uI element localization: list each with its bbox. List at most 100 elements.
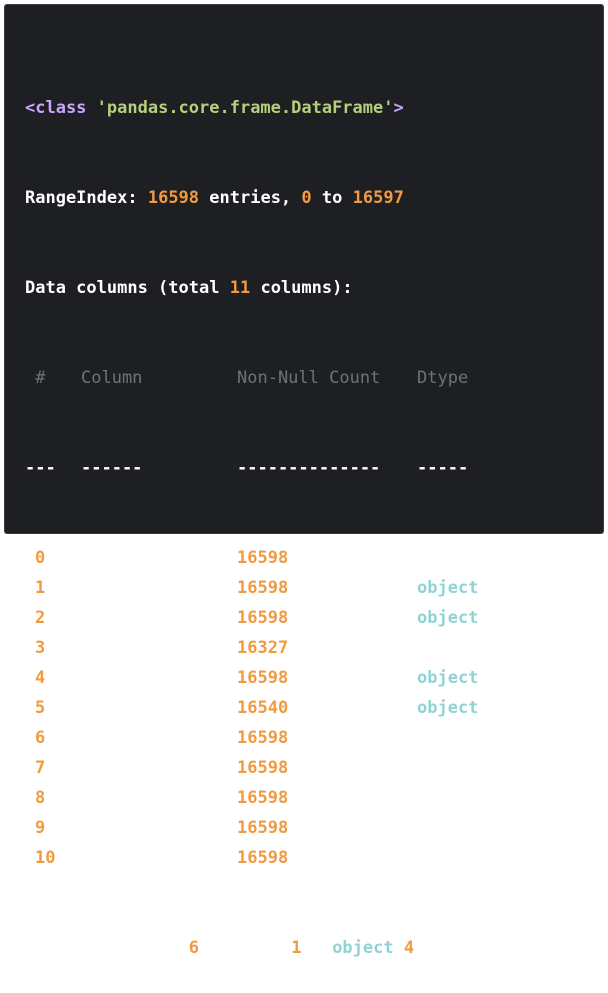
dtypes-float-close: ), [199,938,220,958]
data-columns-label: Data columns (total [25,278,220,298]
row-dtype: float64 [417,728,489,748]
row-non-null-count: 16598 non-null [237,543,417,573]
row-column-name: Year [81,638,122,658]
row-count: 16598 [237,548,289,568]
row-index: 7 [35,758,46,778]
row-non-null-label: non-null [298,608,381,628]
class-close-text: > [393,98,404,118]
row-index: 1 [35,578,46,598]
row-non-null-count: 16598 non-null [237,783,417,813]
row-column-name: JP_Sales [81,788,163,808]
row-column-name: Genre [81,668,133,688]
sep-column: ------ [81,458,143,478]
table-row: 0 Rank 16598 non-null int64 [25,543,603,573]
row-non-null-label: non-null [298,578,381,598]
row-dtype: object [417,608,479,628]
table-row: 7 EU_Sales 16598 non-null float64 [25,753,603,783]
row-index: 4 [35,668,46,688]
header-dtype: Dtype [417,368,469,388]
row-count: 16598 [237,818,289,838]
data-columns-line: Data columns (total 11 columns): [25,273,603,303]
range-entries: 16598 [147,188,200,208]
row-index: 10 [35,848,56,868]
data-columns-suffix: columns): [260,278,353,298]
dtypes-object-name: object [332,938,394,958]
row-index: 9 [35,818,46,838]
table-row: 6 NA_Sales 16598 non-null float64 [25,723,603,753]
row-non-null-label: non-null [298,848,381,868]
row-count: 16598 [237,728,289,748]
row-non-null-count: 16540 non-null [237,693,417,723]
row-count: 16598 [237,668,289,688]
sep-non-null: -------------- [237,458,381,478]
row-count: 16598 [237,788,289,808]
row-index: 8 [35,788,46,808]
table-row: 9 Other_Sales 16598 non-null float64 [25,813,603,843]
dtypes-object-count: 4 [403,938,415,958]
row-dtype: float64 [417,788,489,808]
row-non-null-count: 16598 non-null [237,603,417,633]
row-index: 3 [35,638,46,658]
table-row: 5 Publisher 16540 non-null object [25,693,603,723]
header-non-null: Non-Null Count [237,368,381,388]
row-non-null-count: 16598 non-null [237,813,417,843]
range-end: 16597 [352,188,404,208]
row-column-name: Publisher [81,698,174,718]
table-row: 2 Platform 16598 non-null object [25,603,603,633]
header-index: # [25,363,81,393]
header-column: Column [81,368,143,388]
range-label: RangeIndex: [25,188,138,208]
row-count: 16598 [237,608,289,628]
row-dtype: float64 [417,758,489,778]
row-non-null-label: non-null [298,818,381,838]
row-column-name: Other_Sales [81,818,194,838]
row-column-name: EU_Sales [81,758,163,778]
row-non-null-count: 16598 non-null [237,573,417,603]
table-row: 10 Global_Sales 16598 non-null float64 [25,843,603,873]
row-non-null-label: non-null [298,668,381,688]
dtypes-summary-line: dtypes: float64(6), int64(1), object(4) [25,933,603,963]
column-rows: 0 Rank 16598 non-null int64 1 Name 16598 non-n… [25,543,603,873]
dtypes-int-close: ), [301,938,322,958]
row-non-null-label: non-null [298,638,381,658]
row-column-name: Rank [81,548,122,568]
sep-dtype: ----- [417,458,469,478]
row-column-name: Global_Sales [81,848,204,868]
row-index: 6 [35,728,46,748]
row-dtype: int64 [417,548,469,568]
table-row: 3 Year 16327 non-null float64 [25,633,603,663]
row-column-name: Platform [81,608,163,628]
row-non-null-count: 16598 non-null [237,723,417,753]
row-index: 2 [35,608,46,628]
row-non-null-count: 16598 non-null [237,663,417,693]
row-non-null-count: 16598 non-null [237,843,417,873]
row-non-null-label: non-null [298,698,381,718]
range-to: to [321,188,343,208]
row-non-null-label: non-null [298,548,381,568]
row-non-null-label: non-null [298,758,381,778]
row-count: 16327 [237,638,289,658]
dtypes-int-name: int64( [229,938,292,958]
row-count: 16598 [237,578,289,598]
row-non-null-label: non-null [298,728,381,748]
row-non-null-count: 16327 non-null [237,633,417,663]
row-column-name: Name [81,578,122,598]
dataframe-info-output: <class 'pandas.core.frame.DataFrame'> Ra… [4,4,604,958]
row-non-null-count: 16598 non-null [237,753,417,783]
row-count: 16540 [237,698,289,718]
class-open-text: <class [25,98,87,118]
range-entries-word: entries, [209,188,292,208]
sep-index: --- [25,458,56,478]
dtypes-float-count: 6 [188,938,200,958]
row-dtype: float64 [417,818,489,838]
class-name-text: 'pandas.core.frame.DataFrame' [96,98,394,118]
dtypes-int-count: 1 [291,938,302,958]
row-count: 16598 [237,758,289,778]
range-index-line: RangeIndex: 16598 entries, 0 to 16597 [25,183,603,213]
row-dtype: object [417,668,479,688]
table-header: # Column Non-Null Count Dtype [25,363,603,393]
dtypes-float-name: float64( [106,938,189,958]
dtypes-label: dtypes: [25,938,97,958]
row-non-null-label: non-null [298,788,381,808]
row-dtype: object [417,698,479,718]
